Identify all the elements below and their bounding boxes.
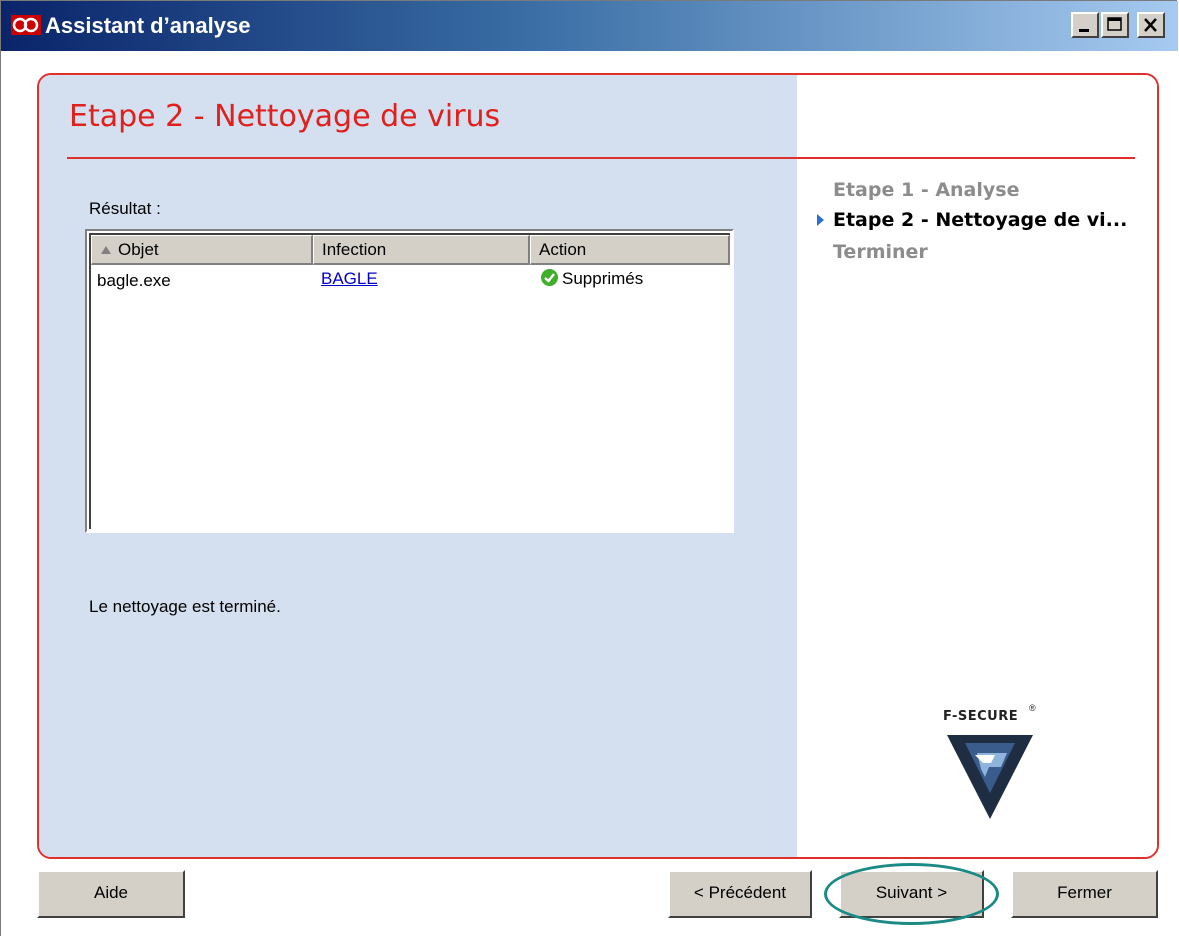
close-button[interactable]: Fermer xyxy=(1011,870,1158,918)
column-header-infection[interactable]: Infection xyxy=(313,235,530,265)
heading-divider xyxy=(67,157,1135,159)
cell-action: Supprimés xyxy=(541,269,643,289)
step-2: Etape 2 - Nettoyage de vi... xyxy=(833,209,1128,231)
next-button-highlight xyxy=(824,863,999,925)
window-title: Assistant d’analyse xyxy=(45,13,251,38)
title-bar[interactable]: Assistant d’analyse xyxy=(1,1,1178,51)
success-check-icon xyxy=(541,269,558,287)
maximize-icon[interactable] xyxy=(1101,12,1129,38)
status-message: Le nettoyage est terminé. xyxy=(89,597,281,616)
page-title: Etape 2 - Nettoyage de virus xyxy=(69,99,501,134)
f-secure-app-icon xyxy=(11,15,41,35)
f-secure-shield-icon xyxy=(947,735,1033,819)
wizard-content: Etape 2 - Nettoyage de virus Résultat : … xyxy=(1,51,1178,937)
wizard-window: Assistant d’analyse Etape 2 - Nettoyage … xyxy=(0,0,1178,937)
step-content-area: Etape 2 - Nettoyage de virus Résultat : … xyxy=(39,75,797,857)
help-button[interactable]: Aide xyxy=(37,870,185,918)
minimize-icon[interactable] xyxy=(1071,12,1099,38)
step-3: Terminer xyxy=(833,241,928,263)
results-table[interactable]: Objet Infection Action bagle.exe BAGLE S… xyxy=(85,229,734,533)
cell-objet: bagle.exe xyxy=(97,271,171,290)
previous-button[interactable]: < Précédent xyxy=(668,870,812,918)
wizard-panel: Etape 2 - Nettoyage de virus Résultat : … xyxy=(37,73,1159,859)
current-step-arrow-icon xyxy=(817,214,824,226)
close-icon[interactable] xyxy=(1137,12,1165,38)
result-label: Résultat : xyxy=(89,199,161,218)
sort-ascending-icon xyxy=(101,246,111,254)
infection-link[interactable]: BAGLE xyxy=(321,269,378,289)
steps-sidebar: Etape 1 - Analyse Etape 2 - Nettoyage de… xyxy=(797,75,1157,857)
column-header-action[interactable]: Action xyxy=(530,235,730,265)
step-1: Etape 1 - Analyse xyxy=(833,179,1020,201)
column-header-objet[interactable]: Objet xyxy=(91,235,313,265)
